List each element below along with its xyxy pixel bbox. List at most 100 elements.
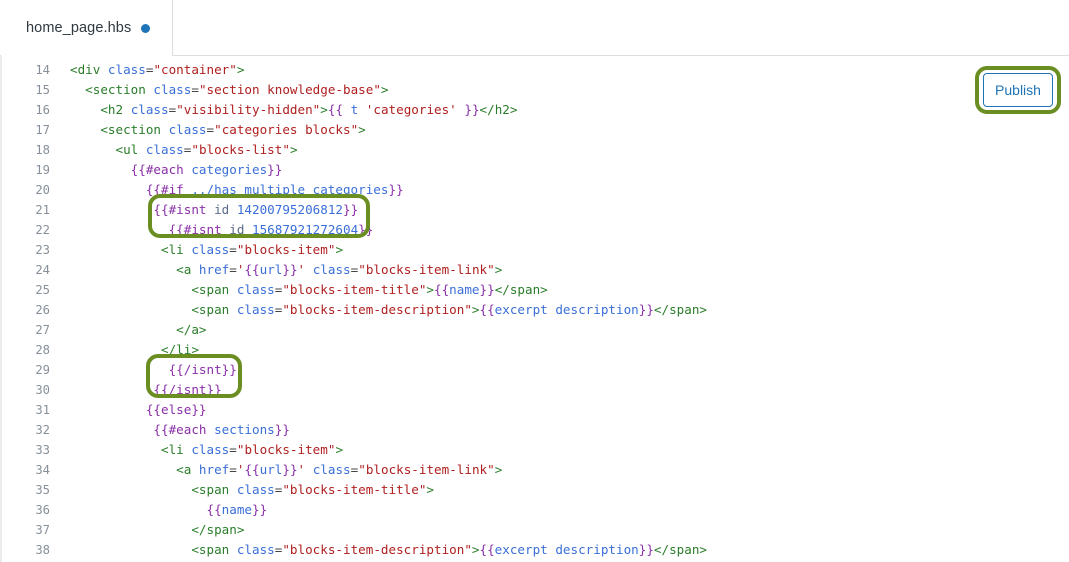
code-line[interactable]: 20 {{#if ../has_multiple_categories}} bbox=[2, 180, 1069, 200]
line-number: 14 bbox=[35, 63, 50, 77]
code-line[interactable]: 38 <span class="blocks-item-description"… bbox=[2, 540, 1069, 560]
code-line[interactable]: 33 <li class="blocks-item"> bbox=[2, 440, 1069, 460]
code-line[interactable]: 31 {{else}} bbox=[2, 400, 1069, 420]
code-token: }} bbox=[479, 282, 495, 297]
code-token: "blocks-item-description" bbox=[282, 302, 472, 317]
line-number: 35 bbox=[35, 483, 50, 497]
code-token: </a> bbox=[176, 322, 207, 337]
line-content: {{#if ../has_multiple_categories}} bbox=[50, 180, 404, 200]
code-line[interactable]: 21 {{#isnt id 14200795206812}} bbox=[2, 200, 1069, 220]
line-content: <span class="blocks-item-description">{{… bbox=[50, 540, 707, 560]
code-line[interactable]: 25 <span class="blocks-item-title">{{nam… bbox=[2, 280, 1069, 300]
code-token: <section bbox=[85, 82, 154, 97]
code-token: {{/isnt}} bbox=[153, 382, 222, 397]
code-line[interactable]: 19 {{#each categories}} bbox=[2, 160, 1069, 180]
line-number: 21 bbox=[35, 203, 50, 217]
code-lines-container[interactable]: 14 <div class="container"> 15 <section cla… bbox=[2, 60, 1069, 560]
code-line[interactable]: 29 {{/isnt}} bbox=[2, 360, 1069, 380]
code-token: "blocks-item-title" bbox=[282, 482, 427, 497]
code-token: class bbox=[168, 122, 207, 137]
code-line[interactable]: 37 </span> bbox=[2, 520, 1069, 540]
code-token: excerpt description bbox=[494, 302, 639, 317]
line-number: 36 bbox=[35, 503, 50, 517]
code-line[interactable]: 28 </li> bbox=[2, 340, 1069, 360]
line-number: 23 bbox=[35, 243, 50, 257]
code-token: > bbox=[471, 302, 480, 317]
code-line[interactable]: 34 <a href='{{url}}' class="blocks-item-… bbox=[2, 460, 1069, 480]
code-line[interactable]: 26 <span class="blocks-item-description"… bbox=[2, 300, 1069, 320]
code-line[interactable]: 30 {{/isnt}} bbox=[2, 380, 1069, 400]
code-token: > bbox=[358, 122, 366, 137]
code-token: </li> bbox=[161, 342, 199, 357]
line-number: 27 bbox=[35, 323, 50, 337]
code-token: {{ bbox=[479, 302, 495, 317]
code-line[interactable]: 22 {{#isnt id 15687921272604}} bbox=[2, 220, 1069, 240]
code-line[interactable]: 35 <span class="blocks-item-title"> bbox=[2, 480, 1069, 500]
code-token: > bbox=[494, 462, 503, 477]
code-line[interactable]: 24 <a href='{{url}}' class="blocks-item-… bbox=[2, 260, 1069, 280]
code-line[interactable]: 36 {{name}} bbox=[2, 500, 1069, 520]
code-token: {{#isnt bbox=[168, 222, 230, 237]
line-content: {{/isnt}} bbox=[50, 380, 222, 400]
line-content: {{#each categories}} bbox=[50, 160, 283, 180]
code-line[interactable]: 15 <section class="section knowledge-bas… bbox=[2, 80, 1069, 100]
code-token: > bbox=[320, 102, 328, 117]
code-editor[interactable]: 14 <div class="container"> 15 <section cla… bbox=[0, 56, 1069, 562]
code-token: > bbox=[335, 442, 344, 457]
code-token: "blocks-item" bbox=[236, 242, 336, 257]
line-number: 26 bbox=[35, 303, 50, 317]
code-token: = bbox=[191, 82, 199, 97]
code-token: {{/isnt}} bbox=[168, 362, 237, 377]
line-content: <li class="blocks-item"> bbox=[50, 440, 343, 460]
code-line[interactable]: 18 <ul class="blocks-list"> bbox=[2, 140, 1069, 160]
code-line[interactable]: 27 </a> bbox=[2, 320, 1069, 340]
code-line[interactable]: 23 <li class="blocks-item"> bbox=[2, 240, 1069, 260]
line-number: 20 bbox=[35, 183, 50, 197]
code-token: class bbox=[312, 262, 351, 277]
code-token: }} bbox=[358, 222, 374, 237]
code-token: "section knowledge-base" bbox=[198, 82, 381, 97]
line-number: 31 bbox=[35, 403, 50, 417]
line-number: 24 bbox=[35, 263, 50, 277]
code-line[interactable]: 32 {{#each sections}} bbox=[2, 420, 1069, 440]
publish-button[interactable]: Publish bbox=[983, 73, 1053, 107]
line-content: {{name}} bbox=[50, 500, 267, 520]
code-token: "categories blocks" bbox=[214, 122, 359, 137]
code-line[interactable]: 17 <section class="categories blocks"> bbox=[2, 120, 1069, 140]
line-content: <ul class="blocks-list"> bbox=[50, 140, 298, 160]
code-token: 15687921272604 bbox=[252, 222, 359, 237]
code-editor-page: home_page.hbs 14 <div class="container"> 1… bbox=[0, 0, 1069, 562]
code-token: ' bbox=[297, 262, 306, 277]
code-token: > bbox=[335, 242, 344, 257]
line-number: 16 bbox=[35, 103, 50, 117]
code-token: "visibility-hidden" bbox=[176, 102, 321, 117]
code-token: <span bbox=[191, 482, 237, 497]
code-token: {{ bbox=[206, 502, 222, 517]
code-line[interactable]: 14 <div class="container"> bbox=[2, 60, 1069, 80]
tab-home-page-hbs[interactable]: home_page.hbs bbox=[1, 0, 173, 56]
code-token: <ul bbox=[115, 142, 146, 157]
code-token: }} bbox=[638, 542, 654, 557]
code-token: > bbox=[471, 542, 480, 557]
code-token: }} bbox=[388, 182, 404, 197]
code-line[interactable]: 16 <h2 class="visibility-hidden">{{ t 'c… bbox=[2, 100, 1069, 120]
editor-tab-bar: home_page.hbs bbox=[0, 0, 1069, 56]
line-number: 18 bbox=[35, 143, 50, 157]
code-token: "blocks-item-title" bbox=[282, 282, 427, 297]
code-token: {{#each bbox=[153, 422, 215, 437]
code-token: }} bbox=[282, 462, 298, 477]
code-token: <section bbox=[100, 122, 169, 137]
line-content: {{#isnt id 14200795206812}} bbox=[50, 200, 358, 220]
code-token: = bbox=[229, 262, 237, 277]
